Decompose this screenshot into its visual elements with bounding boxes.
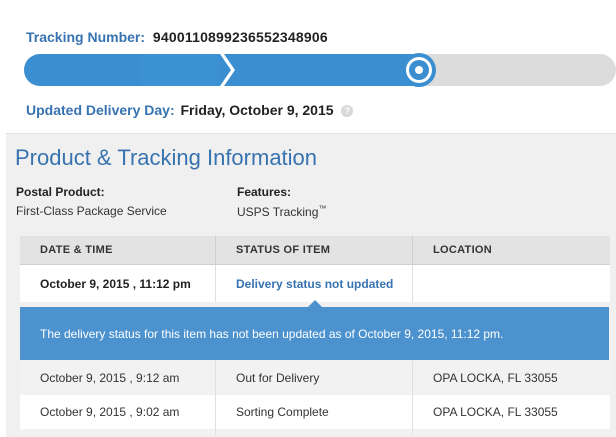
postal-product-value: First-Class Package Service [16, 204, 167, 218]
trademark-mark: ™ [318, 204, 327, 213]
table-header-row: DATE & TIME STATUS OF ITEM LOCATION [20, 236, 610, 265]
row-location [413, 265, 610, 302]
progress-fill [24, 54, 416, 86]
row-date: October 9, 2015 , 11:12 pm [20, 265, 216, 302]
row-date: October 9, 2015 , 9:12 am [20, 361, 216, 395]
updated-delivery-value: Friday, October 9, 2015 [180, 102, 334, 118]
tracking-history-table: DATE & TIME STATUS OF ITEM LOCATION Octo… [20, 236, 610, 302]
column-header-location: LOCATION [433, 244, 493, 256]
help-icon[interactable]: ? [341, 105, 354, 118]
row-status: Sorting Complete [216, 395, 413, 429]
row-status[interactable]: Delivery status not updated [216, 265, 413, 302]
features-label: Features: [237, 185, 292, 199]
status-callout: The delivery status for this item has no… [20, 307, 609, 360]
features-text: USPS Tracking [237, 205, 319, 219]
updated-delivery-label: Updated Delivery Day: [26, 102, 175, 118]
table-row-partial [20, 429, 610, 435]
row-status: Out for Delivery [216, 361, 413, 395]
tracking-progress-bar [24, 53, 616, 87]
features-value: USPS Tracking™ [237, 204, 326, 219]
tracking-number-value: 9400110899236552348906 [152, 29, 328, 45]
table-row[interactable]: October 9, 2015 , 9:02 am Sorting Comple… [20, 395, 610, 429]
tracking-history-rows: October 9, 2015 , 9:12 am Out for Delive… [20, 361, 610, 435]
section-title: Product & Tracking Information [15, 145, 318, 170]
row-location: OPA LOCKA, FL 33055 [433, 405, 558, 419]
row-date: October 9, 2015 , 9:02 am [20, 395, 216, 429]
postal-product-label: Postal Product: [16, 185, 105, 199]
column-header-status: STATUS OF ITEM [216, 236, 413, 264]
row-location: OPA LOCKA, FL 33055 [433, 371, 558, 385]
tracking-number-label: Tracking Number: [26, 29, 146, 45]
tracking-number-line: Tracking Number: 9400110899236552348906 [26, 29, 328, 45]
column-header-date: DATE & TIME [20, 236, 216, 264]
table-row[interactable]: October 9, 2015 , 9:12 am Out for Delive… [20, 361, 610, 395]
updated-delivery-line: Updated Delivery Day: Friday, October 9,… [26, 102, 354, 118]
table-row[interactable]: October 9, 2015 , 11:12 pm Delivery stat… [20, 265, 610, 302]
